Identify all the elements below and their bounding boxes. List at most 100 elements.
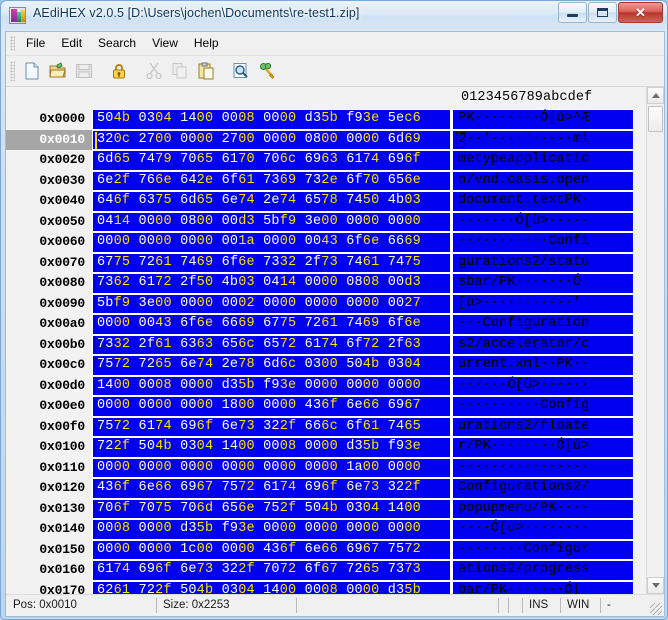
hex-row-bytes[interactable]: 0000 0000 0000 001a 0000 0043 6f6e 6669: [92, 232, 451, 253]
new-file-icon[interactable]: [20, 59, 44, 83]
hex-row-bytes[interactable]: 6775 7261 7469 6f6e 7332 2f73 7461 7475: [92, 252, 451, 273]
hex-row-bytes[interactable]: 0414 0000 0800 00d3 5bf9 3e00 0000 0000: [92, 211, 451, 232]
menu-item-search[interactable]: Search: [90, 33, 144, 54]
hex-row[interactable]: 0x0050 0414 0000 0800 00d3 5bf9 3e00 0000…: [6, 211, 646, 232]
hex-row-bytes[interactable]: 7332 2f61 6363 656c 6572 6174 6f72 2f63: [92, 334, 451, 355]
menu-item-edit[interactable]: Edit: [53, 33, 90, 54]
hex-row[interactable]: 0x0110 0000 0000 0000 0000 0000 0000 1a00…: [6, 457, 646, 478]
hex-row-bytes[interactable]: 6d65 7479 7065 6170 706c 6963 6174 696f: [92, 150, 451, 171]
hex-row-bytes[interactable]: 706f 7075 706d 656e 752f 504b 0304 1400: [92, 498, 451, 519]
hex-row-bytes[interactable]: 0000 0000 0000 1800 0000 436f 6e66 6967: [92, 396, 451, 417]
hex-row[interactable]: 0x0150 0000 0000 1c00 0000 436f 6e66 6967…: [6, 539, 646, 560]
hex-row-bytes[interactable]: 6261 722f 504b 0304 1400 0008 0000 d35b: [92, 580, 451, 594]
hex-row[interactable]: 0x0000 504b 0304 1400 0008 0000 d35b f93e…: [6, 109, 646, 130]
hex-row-bytes[interactable]: 7572 7265 6e74 2e78 6d6c 0300 504b 0304: [92, 355, 451, 376]
menu-item-file[interactable]: File: [18, 33, 53, 54]
hex-row[interactable]: 0x00c0 7572 7265 6e74 2e78 6d6c 0300 504b…: [6, 355, 646, 376]
hex-row-bytes[interactable]: 646f 6375 6d65 6e74 2e74 6578 7450 4b03: [92, 191, 451, 212]
hex-grid[interactable]: 0001 0203 0405 0607 0809 0A0B 0C0D 0E0F …: [6, 87, 646, 594]
hex-row-ascii[interactable]: PK········Ó[ù>^Æ: [451, 109, 634, 130]
hex-row-ascii[interactable]: r/PK········Ó[ù>: [451, 437, 634, 458]
paste-icon[interactable]: [194, 59, 218, 83]
hex-row-ascii[interactable]: urrent.xml··PK··: [451, 355, 634, 376]
hex-row-address: 0x00d0: [6, 375, 92, 396]
hex-row-ascii[interactable]: sbar/PK·······Ó: [451, 273, 634, 294]
hex-row[interactable]: 0x0030 6e2f 766e 642e 6f61 7369 732e 6f70…: [6, 170, 646, 191]
hex-row-ascii[interactable]: ···········Confi: [451, 232, 634, 253]
hex-row-ascii[interactable]: ········Configur: [451, 539, 634, 560]
menu-bar: File Edit Search View Help: [6, 32, 664, 56]
hex-row-ascii[interactable]: s2/accelerator/c: [451, 334, 634, 355]
hex-row-ascii[interactable]: ations2/progress: [451, 560, 634, 581]
hex-row-bytes[interactable]: 722f 504b 0304 1400 0008 0000 d35b f93e: [92, 437, 451, 458]
hex-row-address: 0x00c0: [6, 355, 92, 376]
hex-row-ascii[interactable]: n/vnd.oasis.open: [451, 170, 634, 191]
hex-row[interactable]: 0x00d0 1400 0008 0000 d35b f93e 0000 0000…: [6, 375, 646, 396]
close-button[interactable]: ✕: [618, 2, 663, 23]
open-file-icon[interactable]: [46, 59, 70, 83]
hex-row[interactable]: 0x00b0 7332 2f61 6363 656c 6572 6174 6f72…: [6, 334, 646, 355]
hex-row[interactable]: 0x0020 6d65 7479 7065 6170 706c 6963 6174…: [6, 150, 646, 171]
hex-row-bytes[interactable]: 1400 0008 0000 d35b f93e 0000 0000 0000: [92, 375, 451, 396]
hex-row[interactable]: 0x0080 7362 6172 2f50 4b03 0414 0000 0808…: [6, 273, 646, 294]
scroll-down-button[interactable]: [647, 577, 664, 594]
hex-row[interactable]: 0x0170 6261 722f 504b 0304 1400 0008 0000…: [6, 580, 646, 594]
hex-row-ascii[interactable]: ················: [451, 457, 634, 478]
hex-row[interactable]: 0x0010 320c 2700 0000 2700 0000 0800 0000…: [6, 129, 646, 150]
hex-row-ascii[interactable]: ··········Config: [451, 396, 634, 417]
hex-row-ascii[interactable]: 2··'····'·····mi: [451, 129, 634, 150]
hex-row[interactable]: 0x00a0 0000 0043 6f6e 6669 6775 7261 7469…: [6, 314, 646, 335]
scroll-up-button[interactable]: [647, 87, 664, 104]
hex-row-bytes[interactable]: 6e2f 766e 642e 6f61 7369 732e 6f70 656e: [92, 170, 451, 191]
hex-row-ascii[interactable]: Configurations2/: [451, 478, 634, 499]
hex-row-ascii[interactable]: ···Configuration: [451, 314, 634, 335]
hex-row-bytes[interactable]: 5bf9 3e00 0000 0002 0000 0000 0000 0027: [92, 293, 451, 314]
hex-row-bytes[interactable]: 436f 6e66 6967 7572 6174 696f 6e73 322f: [92, 478, 451, 499]
hex-row-ascii[interactable]: popupmenu/PK····: [451, 498, 634, 519]
menu-item-view[interactable]: View: [144, 33, 186, 54]
hex-row[interactable]: 0x0140 0008 0000 d35b f93e 0000 0000 0000…: [6, 519, 646, 540]
menu-item-help[interactable]: Help: [186, 33, 227, 54]
hex-row-ascii[interactable]: ·······Ó[ù>·····: [451, 211, 634, 232]
chevron-up-icon: [651, 93, 660, 98]
hex-row-bytes[interactable]: 7572 6174 696f 6e73 322f 666c 6f61 7465: [92, 416, 451, 437]
vertical-scrollbar[interactable]: [646, 87, 664, 594]
hex-row-ascii[interactable]: document.textPK·: [451, 191, 634, 212]
hex-row[interactable]: 0x0100 722f 504b 0304 1400 0008 0000 d35b…: [6, 437, 646, 458]
hex-row[interactable]: 0x0160 6174 696f 6e73 322f 7072 6f67 7265…: [6, 560, 646, 581]
hex-row-bytes[interactable]: 504b 0304 1400 0008 0000 d35b f93e 5ec6: [92, 109, 451, 130]
hex-row-ascii[interactable]: bar/PK·······Ó[: [451, 580, 634, 594]
hex-row[interactable]: 0x0040 646f 6375 6d65 6e74 2e74 6578 7450…: [6, 191, 646, 212]
hex-row[interactable]: 0x0090 5bf9 3e00 0000 0002 0000 0000 0000…: [6, 293, 646, 314]
hex-row-ascii[interactable]: gurations2/statu: [451, 252, 634, 273]
hex-row-ascii[interactable]: urations2/floate: [451, 416, 634, 437]
hex-row-bytes[interactable]: 7362 6172 2f50 4b03 0414 0000 0808 00d3: [92, 273, 451, 294]
hex-row-bytes[interactable]: 0000 0000 0000 0000 0000 0000 1a00 0000: [92, 457, 451, 478]
find-icon[interactable]: [229, 59, 253, 83]
app-icon: [9, 7, 26, 24]
hex-row[interactable]: 0x00f0 7572 6174 696f 6e73 322f 666c 6f61…: [6, 416, 646, 437]
hex-row-bytes[interactable]: 0000 0043 6f6e 6669 6775 7261 7469 6f6e: [92, 314, 451, 335]
minimize-button[interactable]: [558, 2, 587, 23]
maximize-button[interactable]: [588, 2, 617, 23]
scrollbar-thumb[interactable]: [648, 106, 663, 132]
hex-row[interactable]: 0x00e0 0000 0000 0000 1800 0000 436f 6e66…: [6, 396, 646, 417]
hex-row-bytes[interactable]: 6174 696f 6e73 322f 7072 6f67 7265 7373: [92, 560, 451, 581]
hex-row[interactable]: 0x0130 706f 7075 706d 656e 752f 504b 0304…: [6, 498, 646, 519]
hex-row[interactable]: 0x0060 0000 0000 0000 001a 0000 0043 6f6e…: [6, 232, 646, 253]
hex-row-bytes[interactable]: 0000 0000 1c00 0000 436f 6e66 6967 7572: [92, 539, 451, 560]
replace-icon[interactable]: [255, 59, 279, 83]
hex-row-ascii[interactable]: metypeapplicatio: [451, 150, 634, 171]
resize-grip[interactable]: [650, 603, 662, 615]
hex-row-bytes[interactable]: 320c 2700 0000 2700 0000 0800 0000 6d69: [92, 129, 451, 150]
menu-drag-grip[interactable]: [10, 36, 15, 51]
hex-row-ascii[interactable]: [ù>···········': [451, 293, 634, 314]
hex-row-bytes[interactable]: 0008 0000 d35b f93e 0000 0000 0000 0000: [92, 519, 451, 540]
hex-row-ascii[interactable]: ····Ó[ù>········: [451, 519, 634, 540]
hex-row-address: 0x0080: [6, 273, 92, 294]
lock-icon[interactable]: [107, 59, 131, 83]
hex-row-ascii[interactable]: ······Ó[ù>······: [451, 375, 634, 396]
hex-row[interactable]: 0x0070 6775 7261 7469 6f6e 7332 2f73 7461…: [6, 252, 646, 273]
toolbar-drag-grip[interactable]: [10, 61, 15, 81]
hex-row[interactable]: 0x0120 436f 6e66 6967 7572 6174 696f 6e73…: [6, 478, 646, 499]
